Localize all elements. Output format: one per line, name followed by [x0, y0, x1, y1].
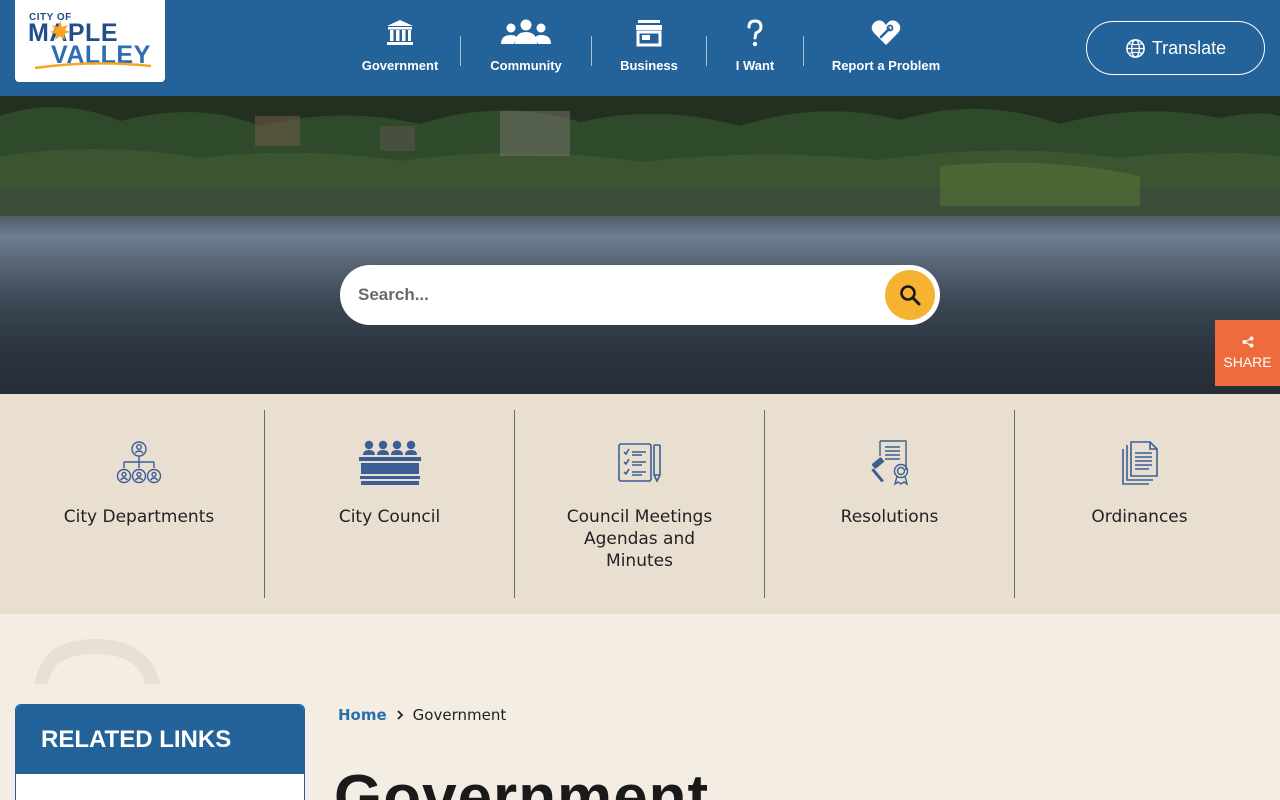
agenda-checklist-icon [617, 443, 661, 483]
search-input[interactable] [358, 283, 858, 307]
nav-label: I Want [735, 58, 775, 73]
quick-link-city-council[interactable]: City Council [264, 410, 514, 598]
breadcrumb-current: Government [412, 706, 507, 724]
breadcrumb-home[interactable]: Home [338, 706, 387, 724]
org-chart-icon [116, 441, 162, 484]
government-building-icon [387, 20, 413, 45]
site-header: CITY OF MAPLE VALLEY Government Communit… [0, 0, 1280, 96]
related-links-panel: RELATED LINKS [15, 704, 305, 800]
page-content: RELATED LINKS Home Government Government [0, 614, 1280, 800]
translate-label: Translate [1151, 37, 1227, 58]
nav-label: Business [620, 58, 678, 73]
share-label: SHARE [1223, 354, 1272, 370]
search-icon [900, 285, 921, 306]
question-mark-icon [747, 19, 763, 47]
nav-government[interactable]: Government [340, 18, 460, 78]
quick-link-label: Resolutions [840, 507, 939, 527]
breadcrumb: Home Government [338, 706, 506, 724]
globe-icon [1125, 38, 1145, 58]
nav-i-want[interactable]: I Want [707, 18, 803, 78]
maple-leaf-icon [50, 21, 70, 40]
documents-stack-icon [1121, 441, 1158, 485]
share-icon [1242, 336, 1253, 348]
nav-report-problem[interactable]: Report a Problem [804, 18, 968, 78]
quick-link-council-meetings[interactable]: Council Meetings Agendas and Minutes [514, 410, 764, 598]
decorative-arc [35, 639, 160, 684]
quick-link-city-departments[interactable]: City Departments [0, 410, 264, 598]
logo-swoosh [34, 62, 152, 70]
search-button[interactable] [885, 270, 935, 320]
heart-wrench-icon [871, 20, 901, 45]
translate-button[interactable]: Translate [1086, 21, 1265, 75]
nav-community[interactable]: Community [461, 18, 591, 78]
quick-link-resolutions[interactable]: Resolutions [764, 410, 1014, 598]
nav-business[interactable]: Business [592, 18, 706, 78]
quick-link-ordinances[interactable]: Ordinances [1014, 410, 1264, 598]
related-links-title: RELATED LINKS [16, 705, 304, 774]
gavel-document-icon [870, 440, 908, 486]
nav-label: Community [490, 58, 562, 73]
lake-shoreline-image [0, 96, 1280, 216]
share-button[interactable]: SHARE [1215, 320, 1280, 386]
council-dais-icon [358, 440, 421, 485]
nav-label: Government [361, 58, 439, 73]
page-title: Government [334, 763, 710, 800]
chevron-right-icon [397, 710, 403, 720]
quick-link-label: City Departments [63, 507, 215, 527]
quick-link-label: Ordinances [1091, 507, 1188, 527]
site-search [340, 265, 940, 325]
main-nav: Government Community Business I Want Rep… [340, 18, 968, 78]
people-group-icon [501, 19, 551, 44]
quick-link-label: Council Meetings Agendas and Minutes [566, 507, 713, 571]
hero-banner [0, 96, 1280, 394]
city-logo[interactable]: CITY OF MAPLE VALLEY [15, 0, 165, 82]
nav-label: Report a Problem [831, 58, 941, 73]
quick-links-bar: City Departments City Council Council Me… [0, 394, 1280, 614]
storefront-icon [636, 20, 662, 47]
quick-link-label: City Council [338, 507, 441, 527]
